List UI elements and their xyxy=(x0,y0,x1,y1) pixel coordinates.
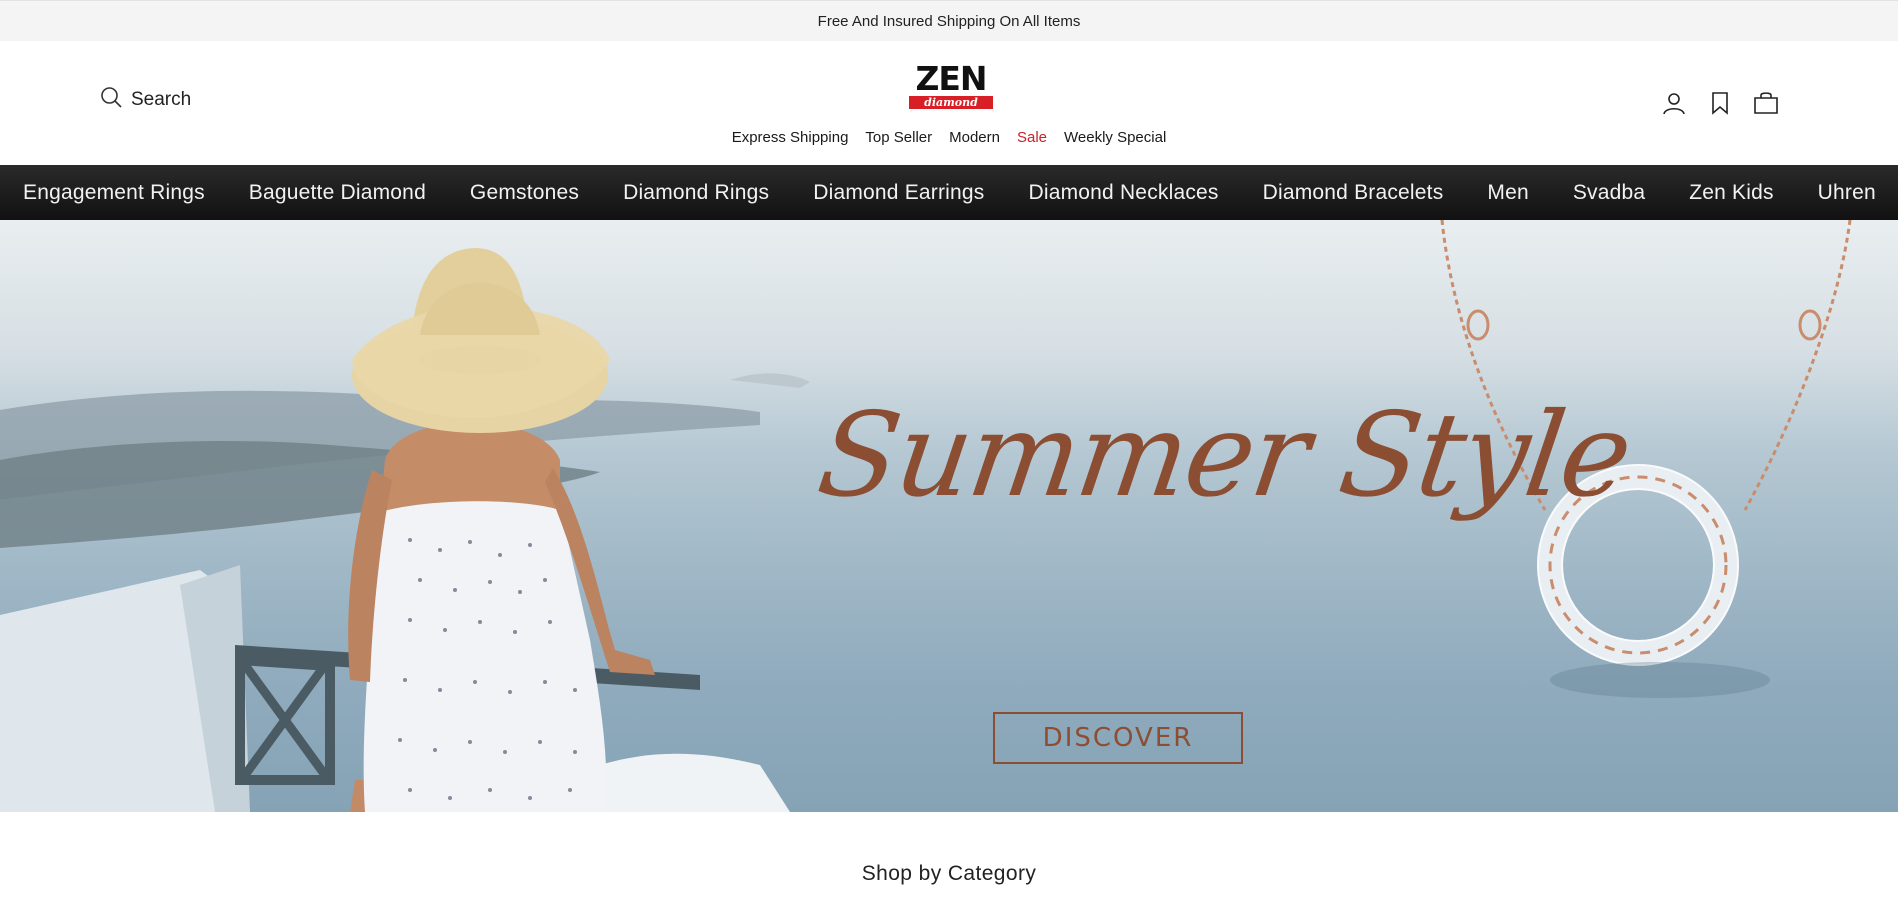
cart-icon[interactable] xyxy=(1752,89,1780,117)
search-label: Search xyxy=(131,88,192,110)
hero-headline: Summer Style xyxy=(810,388,1639,523)
search-trigger[interactable]: Search xyxy=(100,86,191,113)
subnav-sale[interactable]: Sale xyxy=(1017,129,1047,146)
site-header: Search ZEN diamond Express Shipping Top … xyxy=(0,41,1898,165)
category-diamond-earrings[interactable]: Diamond Earrings xyxy=(813,181,984,205)
shop-by-category-heading: Shop by Category xyxy=(861,862,1037,885)
category-zen-kids[interactable]: Zen Kids xyxy=(1689,181,1773,205)
subnav-express-shipping[interactable]: Express Shipping xyxy=(732,129,849,146)
logo-wordmark: ZEN xyxy=(915,59,987,98)
subnav-top-seller[interactable]: Top Seller xyxy=(865,129,932,146)
category-engagement-rings[interactable]: Engagement Rings xyxy=(23,181,205,205)
subnav-weekly-special[interactable]: Weekly Special xyxy=(1064,129,1166,146)
category-diamond-bracelets[interactable]: Diamond Bracelets xyxy=(1263,181,1444,205)
header-actions xyxy=(1660,89,1780,117)
category-nav: Engagement Rings Baguette Diamond Gemsto… xyxy=(0,165,1898,220)
category-diamond-necklaces[interactable]: Diamond Necklaces xyxy=(1028,181,1218,205)
hero-banner[interactable]: Summer Style DISCOVER xyxy=(0,220,1898,812)
subnav-modern[interactable]: Modern xyxy=(949,129,1000,146)
category-svadba[interactable]: Svadba xyxy=(1573,181,1645,205)
discover-button[interactable]: DISCOVER xyxy=(993,712,1243,764)
logo-subtext: diamond xyxy=(909,96,993,109)
secondary-nav: Express Shipping Top Seller Modern Sale … xyxy=(0,129,1898,146)
site-logo[interactable]: ZEN diamond xyxy=(909,62,993,112)
announcement-bar: Free And Insured Shipping On All Items xyxy=(0,0,1898,41)
search-icon xyxy=(100,86,122,113)
category-gemstones[interactable]: Gemstones xyxy=(470,181,579,205)
category-uhren[interactable]: Uhren xyxy=(1818,181,1876,205)
announcement-text: Free And Insured Shipping On All Items xyxy=(817,12,1081,30)
category-men[interactable]: Men xyxy=(1487,181,1528,205)
category-baguette-diamond[interactable]: Baguette Diamond xyxy=(249,181,426,205)
wishlist-icon[interactable] xyxy=(1706,89,1734,117)
category-diamond-rings[interactable]: Diamond Rings xyxy=(623,181,769,205)
account-icon[interactable] xyxy=(1660,89,1688,117)
